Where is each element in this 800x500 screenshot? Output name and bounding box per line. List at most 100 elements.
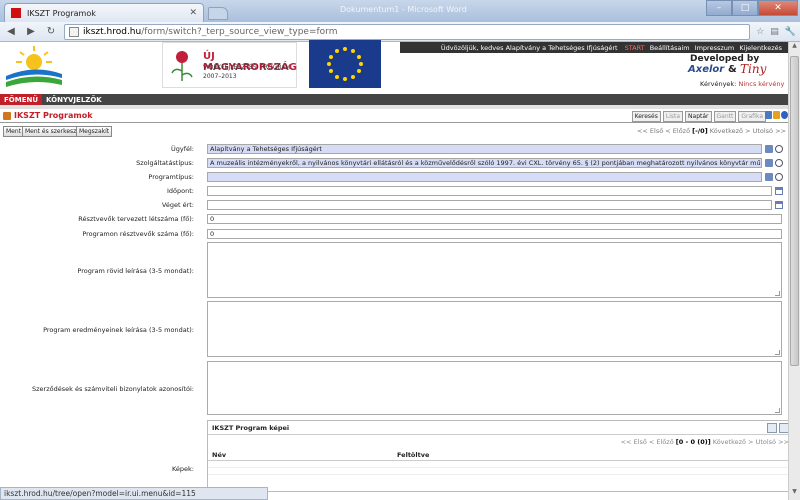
window-title: Dokumentum1 - Microsoft Word <box>340 5 467 14</box>
tiny-logo[interactable]: Tiny <box>740 62 766 76</box>
open-folder-icon[interactable] <box>765 173 773 181</box>
minimize-icon[interactable]: – <box>706 0 732 16</box>
add-picture-icon[interactable] <box>767 423 777 433</box>
pictures-panel-icons <box>767 423 789 433</box>
idopont-field[interactable] <box>207 186 772 196</box>
toolbar-right: ☆ ▤ 🔧 <box>756 27 796 37</box>
menu-main[interactable]: FŐMENÜ <box>0 94 43 105</box>
tervezett-field[interactable]: 0 <box>207 214 782 224</box>
link-settings[interactable]: Beállításaim <box>650 44 690 52</box>
save-edit-button[interactable]: Ment és szerkeszt <box>22 126 82 137</box>
shortcut-icon[interactable] <box>773 111 780 119</box>
reload-icon[interactable]: ↻ <box>44 25 58 39</box>
pictures-table-body <box>208 461 793 481</box>
scroll-up-icon[interactable]: ▲ <box>789 42 800 54</box>
label-szerzodesek: Szerződések és számviteli bizonylatok az… <box>32 385 194 393</box>
welcome-text: Üdvözöljük, kedves Alapítvány a Tehetség… <box>440 43 618 52</box>
search-icon[interactable] <box>775 145 783 153</box>
menu-bookmarks[interactable]: KÖNYVJELZŐK <box>42 94 106 105</box>
url-path: /form/switch?_terp_source_view_type=form <box>141 26 338 37</box>
col-name[interactable]: Név <box>212 451 397 459</box>
view-list-button[interactable]: Lista <box>662 111 684 122</box>
calendar-icon[interactable] <box>775 187 783 195</box>
form-icon <box>3 111 11 120</box>
header-icons <box>765 111 788 119</box>
uj-magyarorszag-logo: ÚJ MAGYARORSZÁG VIDÉKFEJLESZTÉSI PROGRAM… <box>162 42 297 88</box>
label-ugyfel: Ügyfél: <box>170 145 194 153</box>
eu-flag-icon <box>309 40 381 88</box>
vertical-scrollbar[interactable]: ▲ ▼ <box>788 42 800 500</box>
label-programtipus: Programtípus: <box>148 173 194 181</box>
view-graph-button[interactable]: Grafika <box>738 111 766 122</box>
close-window-icon[interactable]: ✕ <box>758 0 798 16</box>
export-icon[interactable] <box>765 111 772 119</box>
resztvevok-field[interactable]: 0 <box>207 229 782 239</box>
resize-grip-icon[interactable] <box>775 408 780 413</box>
label-kepek: Képek: <box>171 465 194 473</box>
favicon-icon <box>11 8 21 18</box>
pictures-panel-header: IKSZT Program képei <box>208 421 793 435</box>
open-folder-icon[interactable] <box>765 145 773 153</box>
scroll-down-icon[interactable]: ▼ <box>789 488 800 500</box>
pictures-panel: IKSZT Program képei << Első < Előző [0 -… <box>207 420 794 492</box>
header-links: START Beállításaim Impresszum Kijelentke… <box>622 44 782 52</box>
pictures-panel-title: IKSZT Program képei <box>212 423 290 432</box>
view-switcher: Keresés Lista Naptár Gantt Grafika <box>631 111 766 122</box>
view-calendar-button[interactable]: Naptár <box>685 111 712 122</box>
view-search-button[interactable]: Keresés <box>631 111 661 122</box>
wrench-icon[interactable]: 🔧 <box>785 27 796 37</box>
label-rovid-leiras: Program rövid leírása (3-5 mondat): <box>77 267 194 275</box>
record-pager: << Első < Előző [-/0] Következő > Utolsó… <box>637 127 786 135</box>
link-imprint[interactable]: Impresszum <box>695 44 735 52</box>
new-tab-button[interactable] <box>208 7 228 20</box>
label-resztvevok: Programon résztvevők száma (fő): <box>82 230 194 238</box>
calendar-icon[interactable] <box>775 201 783 209</box>
axelor-logo[interactable]: Axelor <box>688 64 724 75</box>
label-eredmenyek: Program eredményeinek leírása (3-5 monda… <box>43 326 194 334</box>
logo-ampersand: & <box>728 64 737 75</box>
pictures-pager: << Első < Előző [0 - 0 (0)] Következő > … <box>208 435 793 446</box>
browser-toolbar: ◀ ▶ ↻ ikszt.hrod.hu /form/switch?_terp_s… <box>0 22 800 42</box>
view-gantt-button[interactable]: Gantt <box>713 111 737 122</box>
maximize-icon[interactable]: □ <box>732 0 758 16</box>
pictures-pager-prev[interactable]: << Első < Előző <box>621 438 674 446</box>
szolgaltatas-field[interactable]: A muzeális intézményekről, a nyilvános k… <box>207 158 762 168</box>
back-icon[interactable]: ◀ <box>4 25 18 39</box>
resize-grip-icon[interactable] <box>775 291 780 296</box>
requests-value[interactable]: Nincs kérvény <box>738 80 784 88</box>
pager-prev[interactable]: << Első < Előző <box>637 127 690 135</box>
pictures-pager-next[interactable]: Következő > Utolsó >> <box>713 438 789 446</box>
address-bar[interactable]: ikszt.hrod.hu /form/switch?_terp_source_… <box>64 23 751 40</box>
szerzodesek-textarea[interactable] <box>207 361 782 415</box>
pager-next[interactable]: Következő > Utolsó >> <box>710 127 786 135</box>
ugyfel-field[interactable]: Alapítvány a Tehetséges Ifjúságért <box>207 144 762 154</box>
search-icon[interactable] <box>775 173 783 181</box>
bookmark-star-icon[interactable]: ☆ <box>756 27 764 37</box>
link-logout[interactable]: Kijelentkezés <box>739 44 782 52</box>
cancel-button[interactable]: Megszakít <box>76 126 113 137</box>
page-icon <box>69 26 79 37</box>
action-row: Ment Ment és szerkeszt Megszakít << Első… <box>0 126 788 137</box>
user-top-bar: Üdvözöljük, kedves Alapítvány a Tehetség… <box>400 42 788 53</box>
page-menu-icon[interactable]: ▤ <box>770 27 779 37</box>
search-icon[interactable] <box>775 159 783 167</box>
col-uploaded[interactable]: Feltöltve <box>397 451 429 459</box>
programtipus-field[interactable] <box>207 172 762 182</box>
eredmenyek-textarea[interactable] <box>207 301 782 357</box>
save-button[interactable]: Ment <box>3 126 25 137</box>
close-tab-icon[interactable]: ✕ <box>189 8 197 18</box>
page-title-text: IKSZT Programok <box>14 111 93 120</box>
veget-ert-field[interactable] <box>207 200 772 210</box>
help-icon[interactable] <box>781 111 788 119</box>
app-header: ÚJ MAGYARORSZÁG VIDÉKFEJLESZTÉSI PROGRAM… <box>0 40 800 92</box>
resize-grip-icon[interactable] <box>775 350 780 355</box>
open-folder-icon[interactable] <box>765 159 773 167</box>
browser-tab[interactable]: IKSZT Programok ✕ <box>4 3 204 22</box>
link-start[interactable]: START <box>625 44 645 52</box>
rovid-leiras-textarea[interactable] <box>207 242 782 298</box>
forward-icon[interactable]: ▶ <box>24 25 38 39</box>
pictures-table-header: Név Feltöltve <box>208 450 793 461</box>
sun-logo-icon <box>6 46 62 87</box>
browser-titlebar: IKSZT Programok ✕ Dokumentum1 - Microsof… <box>0 0 800 22</box>
scrollbar-thumb[interactable] <box>790 56 799 366</box>
